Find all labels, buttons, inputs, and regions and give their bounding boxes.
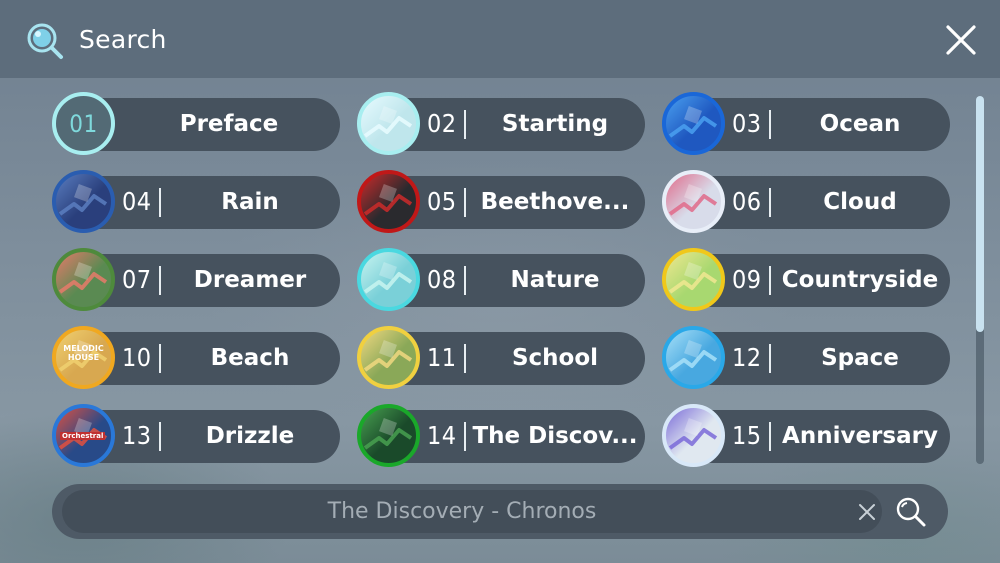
level-number: 05 xyxy=(427,187,457,216)
level-name: The Discov... xyxy=(472,423,638,449)
level-thumbnail-art xyxy=(363,106,413,138)
search-bar: The Discovery - Chronos xyxy=(52,484,948,539)
level-number: 10 xyxy=(122,343,152,372)
level-thumbnail-art xyxy=(363,184,413,216)
level-item[interactable]: 01 Preface xyxy=(52,92,340,155)
level-item[interactable]: 15 Anniversary xyxy=(662,404,950,467)
level-divider xyxy=(159,266,161,295)
level-grid: 01 Preface 02 Starting 03 Ocean 04 Rain 05 Beetho… xyxy=(52,92,952,467)
level-number: 04 xyxy=(122,187,152,216)
level-name: Dreamer xyxy=(193,267,307,293)
level-thumbnail xyxy=(52,170,115,233)
level-item[interactable]: 08 Nature xyxy=(357,248,645,311)
close-icon[interactable] xyxy=(857,502,877,522)
level-number: 11 xyxy=(427,343,457,372)
level-number: 15 xyxy=(732,421,762,450)
level-thumbnail xyxy=(662,170,725,233)
level-thumbnail-art xyxy=(363,262,413,294)
level-number: 12 xyxy=(732,343,762,372)
level-divider xyxy=(769,110,771,139)
level-divider xyxy=(159,344,161,373)
level-divider xyxy=(464,344,466,373)
level-name: Cloud xyxy=(823,189,897,215)
level-thumbnail xyxy=(357,170,420,233)
level-thumbnail-art xyxy=(668,262,718,294)
close-icon[interactable] xyxy=(942,22,980,58)
level-name: Nature xyxy=(510,267,600,293)
level-number: 06 xyxy=(732,187,762,216)
level-thumbnail xyxy=(662,326,725,389)
level-thumbnail-art xyxy=(668,418,718,450)
level-name: Beach xyxy=(210,345,290,371)
level-name: Anniversary xyxy=(782,423,938,449)
level-name: Ocean xyxy=(819,111,901,137)
level-divider xyxy=(159,422,161,451)
level-item[interactable]: 07 Dreamer xyxy=(52,248,340,311)
level-divider xyxy=(769,188,771,217)
scrollbar-thumb[interactable] xyxy=(976,96,984,332)
level-number: 13 xyxy=(122,421,152,450)
level-number: 09 xyxy=(732,265,762,294)
level-divider xyxy=(769,266,771,295)
page-title: Search xyxy=(79,25,167,54)
level-divider xyxy=(769,344,771,373)
level-number: 03 xyxy=(732,109,762,138)
search-icon xyxy=(27,23,63,59)
search-input-value: The Discovery - Chronos xyxy=(327,499,597,524)
scrollbar[interactable] xyxy=(976,96,984,464)
level-item[interactable]: 05 Beethove... xyxy=(357,170,645,233)
level-divider xyxy=(464,188,466,217)
level-thumbnail xyxy=(357,326,420,389)
level-number: 01 xyxy=(69,109,98,138)
level-thumbnail-art xyxy=(58,262,108,294)
level-thumbnail xyxy=(52,248,115,311)
thumbnail-caption: Orchestral xyxy=(60,432,106,440)
level-number: 14 xyxy=(427,421,457,450)
level-thumbnail xyxy=(357,92,420,155)
level-name: Space xyxy=(821,345,899,371)
level-name: Preface xyxy=(179,111,279,137)
level-item[interactable]: MELODIC HOUSE 10 Beach xyxy=(52,326,340,389)
level-name: Beethove... xyxy=(480,189,630,215)
level-thumbnail: Orchestral xyxy=(52,404,115,467)
level-item[interactable]: 12 Space xyxy=(662,326,950,389)
level-divider xyxy=(464,422,466,451)
search-icon[interactable] xyxy=(894,495,928,529)
level-divider xyxy=(159,188,161,217)
level-thumbnail: MELODIC HOUSE xyxy=(52,326,115,389)
level-item[interactable]: 11 School xyxy=(357,326,645,389)
level-thumbnail-art xyxy=(363,340,413,372)
level-name: School xyxy=(511,345,599,371)
level-thumbnail xyxy=(357,248,420,311)
level-name: Drizzle xyxy=(205,423,295,449)
thumbnail-caption: MELODIC HOUSE xyxy=(63,344,104,362)
level-divider xyxy=(464,266,466,295)
header-bar: Search xyxy=(0,0,1000,78)
level-thumbnail-art xyxy=(363,418,413,450)
level-thumbnail xyxy=(662,404,725,467)
level-name: Countryside xyxy=(781,267,939,293)
level-number: 08 xyxy=(427,265,457,294)
level-name: Starting xyxy=(501,111,609,137)
level-thumbnail-art xyxy=(668,184,718,216)
level-item[interactable]: 02 Starting xyxy=(357,92,645,155)
level-number: 02 xyxy=(427,109,457,138)
level-thumbnail-art xyxy=(668,106,718,138)
level-item[interactable]: 14 The Discov... xyxy=(357,404,645,467)
level-item[interactable]: 03 Ocean xyxy=(662,92,950,155)
level-item[interactable]: 06 Cloud xyxy=(662,170,950,233)
search-input[interactable]: The Discovery - Chronos xyxy=(62,490,882,533)
level-thumbnail xyxy=(357,404,420,467)
level-divider xyxy=(769,422,771,451)
level-thumbnail-art xyxy=(58,184,108,216)
level-item[interactable]: 04 Rain xyxy=(52,170,340,233)
level-divider xyxy=(464,110,466,139)
level-thumbnail-art xyxy=(668,340,718,372)
level-thumbnail xyxy=(662,92,725,155)
level-number: 07 xyxy=(122,265,152,294)
level-name: Rain xyxy=(221,189,279,215)
level-item[interactable]: Orchestral 13 Drizzle xyxy=(52,404,340,467)
level-thumbnail xyxy=(662,248,725,311)
level-item[interactable]: 09 Countryside xyxy=(662,248,950,311)
